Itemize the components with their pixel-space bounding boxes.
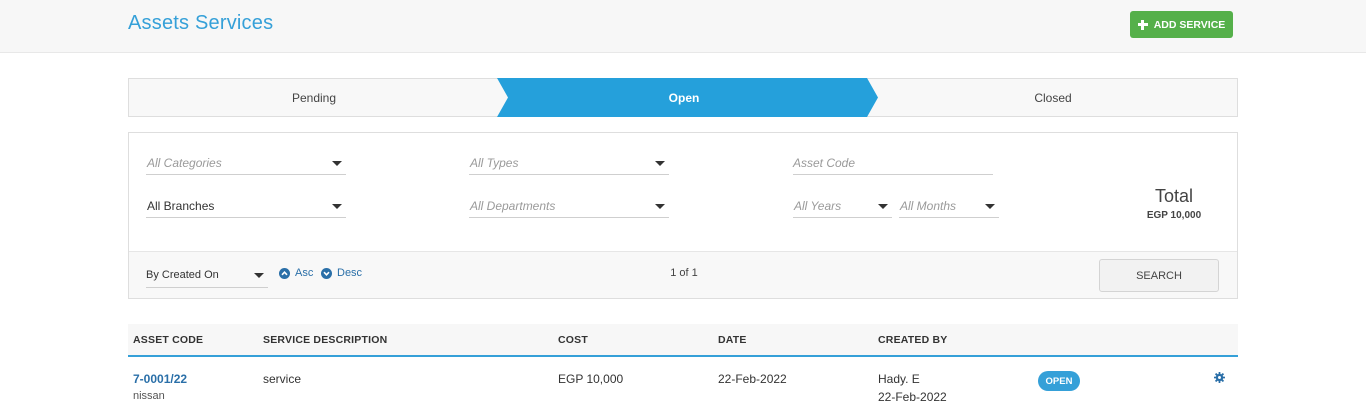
chevron-down-icon — [985, 204, 995, 209]
chevron-up-circle-icon — [279, 267, 290, 279]
sort-by-select[interactable]: By Created On — [146, 262, 268, 288]
total-label: Total — [1154, 186, 1194, 206]
sort-desc-button[interactable]: Desc — [321, 267, 362, 279]
months-select[interactable]: All Months — [899, 194, 999, 218]
column-date[interactable]: DATE — [718, 334, 747, 346]
column-asset-code[interactable]: ASSET CODE — [133, 334, 203, 346]
asset-name: nissan — [133, 390, 165, 402]
add-service-button[interactable]: ADD SERVICE — [1130, 11, 1233, 38]
sort-by-value: By Created On — [146, 268, 219, 281]
chevron-down-icon — [254, 273, 264, 278]
sort-desc-label: Desc — [337, 267, 363, 279]
status-badge: OPEN — [1038, 371, 1080, 391]
categories-select[interactable]: All Categories — [146, 151, 346, 175]
column-created-by[interactable]: CREATED BY — [878, 334, 947, 346]
plus-icon — [1137, 19, 1148, 30]
service-cost: EGP 10,000 — [558, 372, 624, 386]
chevron-down-icon — [332, 204, 342, 209]
page-title: Assets Services — [128, 12, 274, 34]
branches-select[interactable]: All Branches — [146, 194, 346, 218]
service-date: 22-Feb-2022 — [718, 372, 787, 386]
step-open[interactable]: Open — [499, 79, 869, 116]
status-steps: Pending Open Closed — [128, 78, 1238, 117]
table-row: 7-0001/22 nissan service EGP 10,000 22-F… — [128, 358, 1238, 413]
total-value: EGP 10,000 — [1146, 210, 1202, 221]
created-by-name: Hady. E — [878, 372, 920, 386]
column-cost[interactable]: COST — [558, 334, 588, 346]
types-select[interactable]: All Types — [469, 151, 669, 175]
branches-value: All Branches — [147, 198, 215, 213]
categories-placeholder: All Categories — [147, 155, 222, 170]
chevron-down-icon — [332, 161, 342, 166]
pager-text: 1 of 1 — [670, 267, 698, 279]
chevron-down-icon — [878, 204, 888, 209]
asset-code-placeholder: Asset Code — [793, 155, 856, 170]
types-placeholder: All Types — [470, 155, 519, 170]
years-placeholder: All Years — [794, 198, 842, 213]
column-service-description[interactable]: SERVICE DESCRIPTION — [263, 334, 387, 346]
gear-icon[interactable] — [1214, 372, 1225, 383]
created-by-date: 22-Feb-2022 — [878, 390, 947, 404]
sort-asc-button[interactable]: Asc — [279, 267, 313, 279]
asset-code-link[interactable]: 7-0001/22 — [133, 372, 187, 386]
sort-asc-label: Asc — [295, 267, 314, 279]
step-closed[interactable]: Closed — [869, 79, 1237, 116]
chevron-down-icon — [655, 161, 665, 166]
search-button[interactable]: SEARCH — [1099, 259, 1219, 292]
filters-panel: All Categories All Types Asset Code All … — [128, 132, 1238, 299]
chevron-down-icon — [655, 204, 665, 209]
service-description: service — [263, 372, 302, 386]
table-header: ASSET CODE SERVICE DESCRIPTION COST DATE… — [128, 324, 1238, 357]
sort-bar: By Created On Asc Desc 1 of 1 SEARCH — [129, 251, 1237, 298]
asset-code-input[interactable]: Asset Code — [793, 151, 993, 175]
chevron-down-circle-icon — [321, 267, 332, 279]
top-bar: Assets Services ADD SERVICE — [0, 0, 1366, 53]
departments-placeholder: All Departments — [470, 198, 556, 213]
years-select[interactable]: All Years — [793, 194, 892, 218]
step-pending[interactable]: Pending — [129, 79, 499, 116]
departments-select[interactable]: All Departments — [469, 194, 669, 218]
add-service-label: ADD SERVICE — [1153, 18, 1226, 31]
months-placeholder: All Months — [900, 198, 957, 213]
